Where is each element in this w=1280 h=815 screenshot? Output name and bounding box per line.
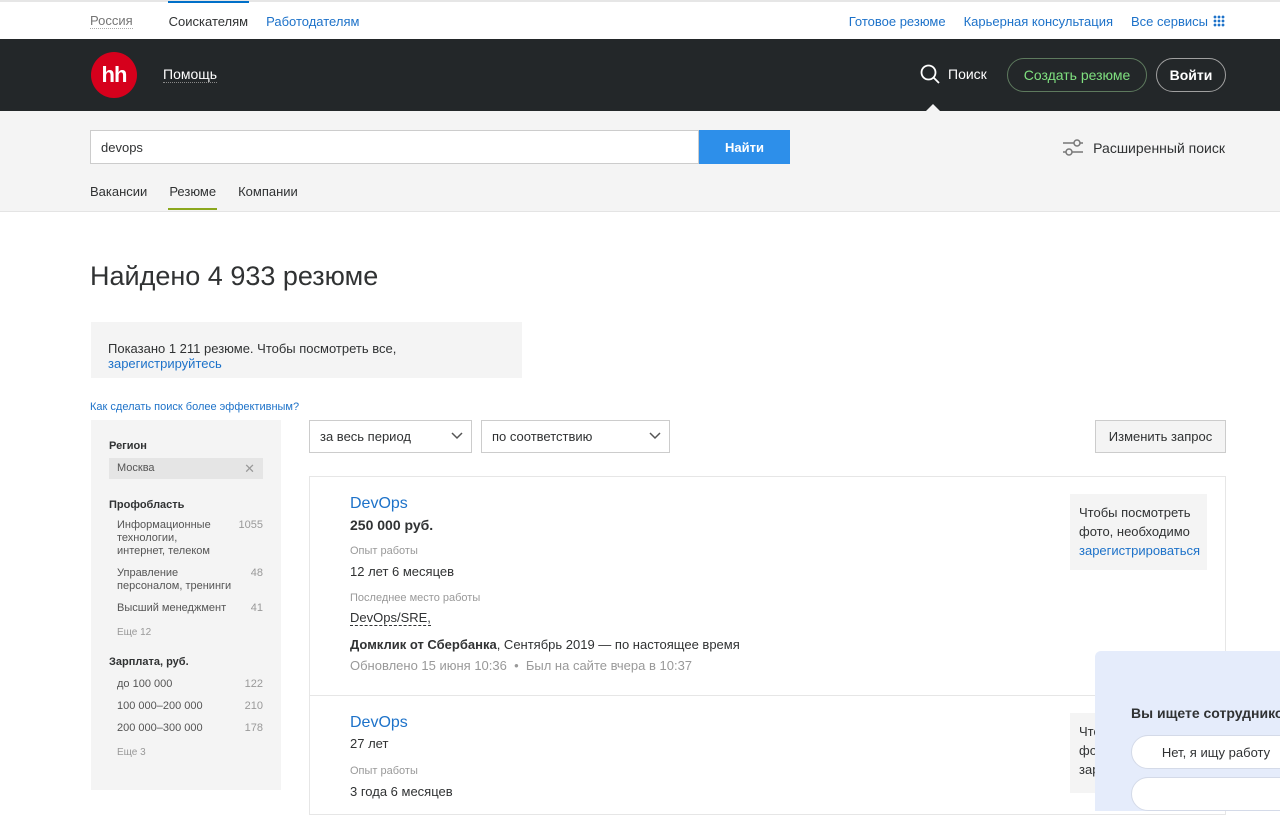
sort-select[interactable]: по соответствию [481, 420, 670, 453]
filter-item-count: 210 [244, 700, 263, 712]
advanced-search-label: Расширенный поиск [1093, 140, 1225, 156]
help-link[interactable]: Помощь [163, 67, 218, 83]
filter-item[interactable]: 100 000–200 000 210 [109, 700, 263, 713]
job-period: , Сентябрь 2019 — по настоящее время [496, 637, 740, 652]
career-consult-link[interactable]: Карьерная консультация [964, 14, 1113, 29]
top-bar-right: Готовое резюме Карьерная консультация Вс… [831, 14, 1225, 29]
resume-age: 27 лет [350, 736, 389, 751]
search-tip-link[interactable]: Как сделать поиск более эффективным? [90, 401, 299, 413]
photo-placeholder: Чтобы посмотреть фото, необходимо зареги… [1070, 494, 1207, 570]
tab-companies[interactable]: Компании [238, 184, 298, 210]
filter-item-label: Управление персоналом, тренинги [117, 567, 232, 592]
main-header: hh Помощь Поиск Создать резюме Войти [0, 39, 1280, 112]
filter-sliders-icon [1063, 139, 1084, 156]
region-filter-title: Регион [109, 440, 147, 452]
search-nav-link[interactable]: Поиск [920, 64, 987, 84]
last-job-company: Домклик от Сбербанка, Сентябрь 2019 — по… [350, 637, 740, 652]
search-input[interactable] [90, 130, 699, 164]
page-title: Найдено 4 933 резюме [90, 261, 379, 291]
resume-card: DevOps 250 000 руб. Опыт работы 12 лет 6… [309, 476, 1226, 696]
login-button[interactable]: Войти [1156, 58, 1226, 92]
popup-option-button[interactable] [1131, 777, 1280, 811]
salary-filter-title: Зарплата, руб. [109, 656, 189, 668]
chevron-down-icon [649, 432, 661, 440]
experience-value: 12 лет 6 месяцев [350, 564, 455, 579]
advanced-search-link[interactable]: Расширенный поиск [1062, 138, 1225, 158]
filter-item-label: 100 000–200 000 [117, 700, 203, 712]
find-button[interactable]: Найти [699, 130, 790, 164]
filter-item-count: 122 [244, 678, 263, 690]
photo-register-link[interactable]: зарегистрироваться [1079, 543, 1200, 558]
grid-icon [1213, 15, 1225, 27]
nav-employers[interactable]: Работодателям [266, 14, 359, 29]
tab-vacancies[interactable]: Вакансии [90, 184, 147, 210]
filter-item-label: Информационные технологии, интернет, тел… [117, 519, 211, 557]
register-link[interactable]: зарегистрируйтесь [108, 356, 222, 371]
filter-item[interactable]: до 100 000 122 [109, 678, 263, 691]
filter-item-count: 48 [250, 567, 263, 579]
resume-card: DevOps 27 лет Опыт работы 3 года 6 месяц… [309, 695, 1226, 815]
prof-more-link[interactable]: Еще 12 [109, 627, 263, 638]
search-tabs: Вакансии Резюме Компании [90, 184, 320, 210]
last-job-label: Последнее место работы [350, 592, 481, 604]
resume-salary: 250 000 руб. [350, 517, 434, 533]
resume-title-link[interactable]: DevOps [350, 714, 408, 732]
filters-sidebar: Регион Москва ✕ Профобласть Информационн… [91, 420, 281, 790]
salary-more-link[interactable]: Еще 3 [109, 747, 263, 758]
resume-title-link[interactable]: DevOps [350, 495, 408, 513]
updated-info: Обновлено 15 июня 10:36 • Был на сайте в… [350, 658, 693, 673]
experience-label: Опыт работы [350, 545, 418, 557]
experience-value: 3 года 6 месяцев [350, 784, 453, 799]
hh-logo[interactable]: hh [91, 52, 137, 98]
all-services-label: Все сервисы [1131, 14, 1208, 29]
nav-seekers[interactable]: Соискателям [167, 1, 250, 29]
change-query-button[interactable]: Изменить запрос [1095, 420, 1226, 453]
create-resume-button[interactable]: Создать резюме [1007, 58, 1147, 92]
employer-question-popup: Вы ищете сотрудников Нет, я ищу работу [1095, 651, 1280, 811]
photo-text: Чтобы посмотреть фото, необходимо [1079, 505, 1191, 539]
search-area: Найти Расширенный поиск Вакансии Резюме … [0, 111, 1280, 212]
filter-item[interactable]: Высший менеджмент 41 [109, 602, 263, 615]
notice-text: Показано 1 211 резюме. Чтобы посмотреть … [108, 341, 397, 356]
filter-item-count: 178 [244, 722, 263, 734]
no-seeking-job-button[interactable]: Нет, я ищу работу [1131, 735, 1280, 769]
prof-filter-title: Профобласть [109, 499, 185, 511]
period-select-value: за весь период [320, 429, 411, 444]
experience-label: Опыт работы [350, 765, 418, 777]
ready-resume-link[interactable]: Готовое резюме [849, 14, 946, 29]
results-notice: Показано 1 211 резюме. Чтобы посмотреть … [91, 322, 522, 378]
period-select[interactable]: за весь период [309, 420, 472, 453]
company-name: Домклик от Сбербанка [350, 637, 497, 652]
region-selector[interactable]: Россия [90, 14, 133, 29]
filter-item-count: 41 [250, 602, 263, 614]
search-icon [920, 64, 940, 84]
filter-item-label: до 100 000 [117, 678, 173, 690]
close-icon[interactable]: ✕ [244, 458, 255, 479]
search-nav-label: Поиск [948, 66, 987, 82]
chevron-down-icon [451, 432, 463, 440]
filter-item-label: 200 000–300 000 [117, 722, 203, 734]
filter-item[interactable]: Информационные технологии, интернет, тел… [109, 519, 263, 558]
filter-item-label: Высший менеджмент [117, 602, 227, 614]
filter-item-count: 1055 [238, 519, 263, 531]
sort-select-value: по соответствию [492, 429, 593, 444]
filter-item[interactable]: Управление персоналом, тренинги 48 [109, 567, 263, 593]
last-job-position[interactable]: DevOps/SRE, [350, 611, 431, 626]
region-chip[interactable]: Москва ✕ [109, 458, 263, 479]
top-bar: Россия Соискателям Работодателям Готовое… [0, 0, 1280, 39]
region-chip-label: Москва [117, 462, 155, 474]
all-services-link[interactable]: Все сервисы [1131, 14, 1225, 29]
tab-resumes[interactable]: Резюме [168, 184, 217, 210]
top-bar-left: Россия Соискателям Работодателям [90, 1, 359, 29]
filter-item[interactable]: 200 000–300 000 178 [109, 722, 263, 735]
popup-question: Вы ищете сотрудников [1131, 705, 1280, 721]
